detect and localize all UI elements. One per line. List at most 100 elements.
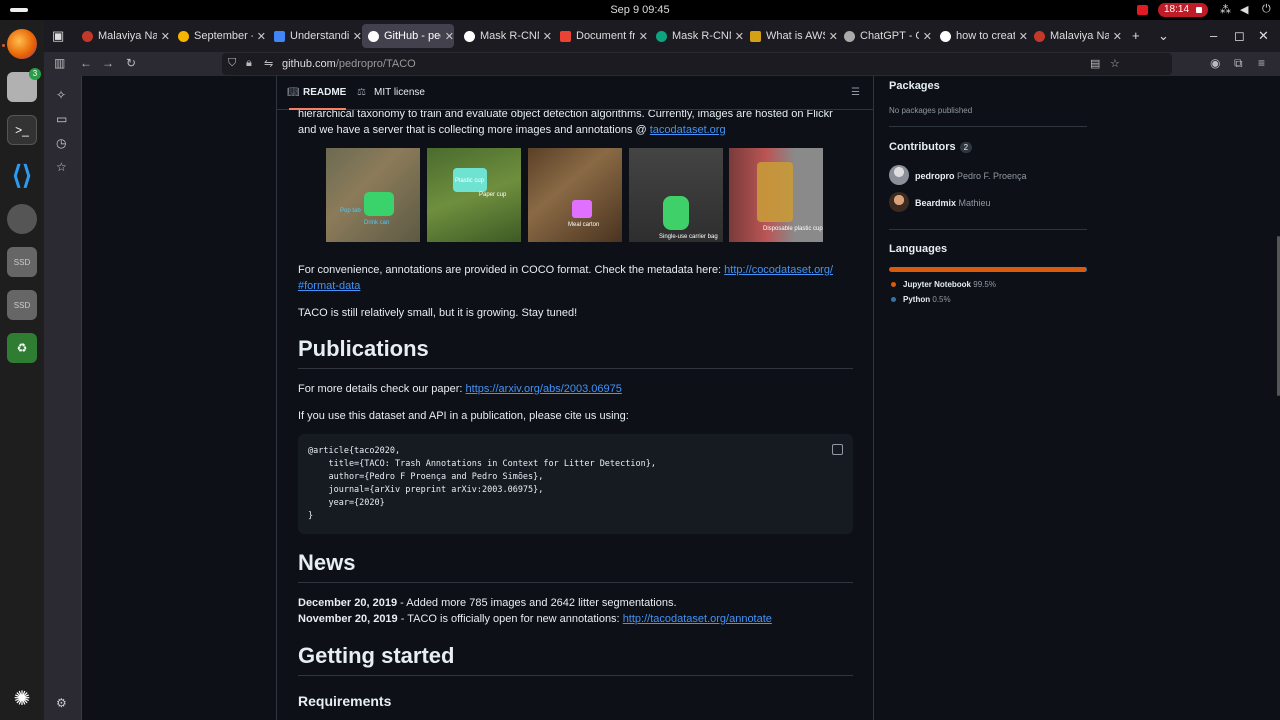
readme-header: 📖︎ README ⚖ MIT license ☰ [277, 76, 873, 110]
globe-icon [1034, 30, 1045, 42]
doc-icon [274, 30, 285, 42]
format-data-link[interactable]: #format-data [298, 280, 360, 292]
close-tab-icon[interactable]: ✕ [543, 30, 552, 43]
synced-tabs-icon[interactable]: ▭ [56, 112, 67, 126]
book-icon: 📖︎ [287, 87, 300, 98]
vscode-icon[interactable]: ⟨⟩ [7, 160, 37, 190]
annotate-link[interactable]: http://tacodataset.org/annotate [623, 613, 772, 625]
reader-view-icon[interactable]: ▤ [1090, 57, 1100, 70]
sample-image[interactable]: Disposable plastic cup [729, 148, 823, 242]
disc-icon[interactable] [7, 204, 37, 234]
customize-sidebar-icon[interactable]: ⚙ [56, 696, 67, 710]
tab-readme[interactable]: README [288, 87, 347, 110]
outline-icon[interactable]: ☰ [851, 87, 860, 98]
lock-icon[interactable]: 🔒︎ [246, 57, 252, 70]
close-tab-icon[interactable]: ✕ [735, 30, 744, 43]
close-tab-icon[interactable]: ✕ [445, 30, 454, 43]
history-icon[interactable]: ◷ [56, 136, 66, 150]
show-apps-icon[interactable]: ✺ [7, 683, 37, 713]
browser-tab[interactable]: What is AWS ✕ [744, 24, 838, 48]
tab-license[interactable]: MIT license [374, 87, 425, 98]
menu-icon[interactable]: ≡ [1258, 56, 1265, 70]
browser-tab[interactable]: Mask R-CNN ✕ [458, 24, 552, 48]
sample-image[interactable]: Plastic cup Paper cup [427, 148, 521, 242]
account-icon[interactable]: ◉ [1210, 56, 1220, 70]
extensions-icon[interactable]: ⧉ [1234, 56, 1243, 71]
browser-tab[interactable]: September - ✕ [172, 24, 266, 48]
browser-tab[interactable]: Document fr ✕ [554, 24, 648, 48]
permissions-icon[interactable]: ⇋ [264, 57, 273, 70]
close-window-icon[interactable]: ✕ [1258, 28, 1269, 44]
coco-paragraph: For convenience, annotations are provide… [298, 264, 834, 292]
browser-tab[interactable]: how to creat ✕ [934, 24, 1028, 48]
close-tab-icon[interactable]: ✕ [1019, 30, 1028, 43]
volume-icon[interactable]: ◀ [1240, 3, 1248, 16]
tab-list-chevron-icon[interactable]: ⌄ [1158, 28, 1169, 44]
arxiv-link[interactable]: https://arxiv.org/abs/2003.06975 [466, 383, 622, 395]
tacodataset-link[interactable]: tacodataset.org [650, 124, 726, 136]
ssd-drive-icon[interactable]: SSD [7, 290, 37, 320]
system-clock[interactable]: Sep 9 09:45 [0, 4, 1280, 16]
browser-tab-bar: ▣ Malaviya Nat ✕ September - ✕ Understandi… [44, 20, 1280, 52]
close-tab-icon[interactable]: ✕ [639, 30, 648, 43]
language-python[interactable]: Python 0.5% [891, 295, 951, 304]
intro-paragraph: hierarchical taxonomy to train and evalu… [298, 108, 833, 136]
close-tab-icon[interactable]: ✕ [161, 30, 170, 43]
browser-tab[interactable]: ChatGPT - Co✕ [838, 24, 932, 48]
close-tab-icon[interactable]: ✕ [923, 30, 932, 43]
packages-heading[interactable]: Packages [889, 80, 940, 92]
packages-empty-text: No packages published [889, 106, 973, 115]
cocodataset-link[interactable]: http://cocodataset.org/ [724, 264, 833, 276]
minimize-icon[interactable]: – [1210, 28, 1217, 43]
tab-overview-icon[interactable]: ▣ [52, 28, 64, 44]
forward-icon[interactable]: → [102, 56, 114, 70]
url-text[interactable]: github.com/pedropro/TACO [282, 58, 416, 70]
sidebar-toggle-icon[interactable]: ▥ [54, 56, 65, 70]
contributor-row[interactable]: Beardmix Mathieu [915, 198, 991, 208]
copy-icon[interactable] [832, 444, 843, 455]
requirements-heading: Requirements [298, 693, 392, 709]
terminal-icon[interactable]: >_ [7, 115, 37, 145]
network-icon[interactable]: ⁂ [1220, 3, 1231, 16]
new-tab-icon[interactable]: + [1132, 28, 1140, 43]
browser-tab[interactable]: Malaviya Nat ✕ [1028, 24, 1122, 48]
annotation-mask [663, 196, 689, 230]
close-tab-icon[interactable]: ✕ [1113, 30, 1122, 43]
power-icon[interactable]: ⏻ [1262, 3, 1271, 16]
url-bar[interactable]: ⛉ 🔒︎ ⇋ github.com/pedropro/TACO ▤ ☆ [222, 53, 1172, 75]
cite-paragraph: If you use this dataset and API in a pub… [298, 410, 629, 422]
sample-image[interactable]: Meal carton [528, 148, 622, 242]
avatar[interactable] [889, 192, 909, 212]
close-tab-icon[interactable]: ✕ [257, 30, 266, 43]
contributor-row[interactable]: pedropro Pedro F. Proença [915, 171, 1027, 181]
news-list: December 20, 2019 - Added more 785 image… [298, 597, 772, 625]
sample-image[interactable]: Single-use carrier bag [629, 148, 723, 242]
screen-record-icon[interactable] [1137, 5, 1148, 15]
annotation-mask [572, 200, 592, 218]
browser-tab[interactable]: Malaviya Nat ✕ [76, 24, 170, 48]
recording-timer[interactable]: 18:14 [1158, 3, 1208, 17]
running-indicator [2, 44, 5, 47]
shield-icon[interactable]: ⛉ [228, 57, 236, 70]
close-tab-icon[interactable]: ✕ [353, 30, 362, 43]
ssd-drive-icon[interactable]: SSD [7, 247, 37, 277]
contributors-heading[interactable]: Contributors 2 [889, 141, 973, 153]
restore-icon[interactable]: ◻ [1234, 28, 1245, 44]
bookmark-star-icon[interactable]: ☆ [1110, 57, 1120, 70]
sample-image[interactable]: Pop tab Drink can [326, 148, 420, 242]
ai-chatbot-icon[interactable]: ✧ [56, 88, 66, 102]
divider [889, 229, 1087, 230]
avatar[interactable] [889, 165, 909, 185]
reload-icon[interactable]: ↻ [126, 56, 136, 70]
browser-tab-active[interactable]: GitHub - ped ✕ [362, 24, 454, 48]
files-icon[interactable]: 3 [7, 68, 41, 102]
firefox-icon[interactable] [7, 29, 37, 59]
browser-tab[interactable]: Understandi ✕ [268, 24, 362, 48]
bookmarks-icon[interactable]: ☆ [56, 160, 67, 174]
stay-tuned-paragraph: TACO is still relatively small, but it i… [298, 307, 578, 319]
language-jupyter[interactable]: Jupyter Notebook 99.5% [891, 280, 996, 289]
close-tab-icon[interactable]: ✕ [829, 30, 838, 43]
back-icon[interactable]: ← [80, 56, 92, 70]
trash-icon[interactable]: ♻ [7, 333, 37, 363]
browser-tab[interactable]: Mask R-CNN ✕ [650, 24, 744, 48]
